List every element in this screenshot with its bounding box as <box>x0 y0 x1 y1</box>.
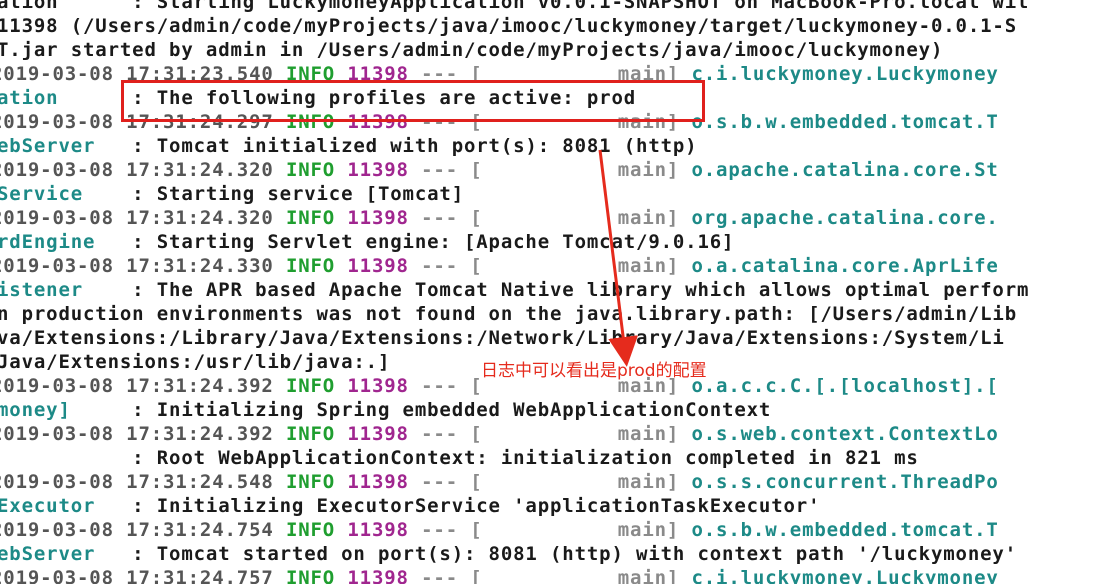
log-segment-logger: o.a.c.c.C.[.[localhost].[ <box>691 375 999 397</box>
log-segment-text: n production environments was not found … <box>0 303 1017 325</box>
log-segment-logger: o.a.catalina.core.AprLife <box>691 255 999 277</box>
log-segment-logger: ebServer <box>0 135 96 157</box>
log-segment-text: 11398 (/Users/admin/code/myProjects/java… <box>0 15 1017 37</box>
log-line: n production environments was not found … <box>0 302 1017 326</box>
log-segment-logger: rdEngine <box>0 231 96 253</box>
log-line: 2019-03-08 17:31:24.757 INFO 11398 --- [… <box>0 566 999 584</box>
log-segment-info: INFO <box>285 423 348 445</box>
log-segment-pid: 11398 <box>347 519 422 541</box>
log-line: Executor : Initializing ExecutorService … <box>0 494 820 518</box>
log-segment-date: 2019-03-08 17:31:24.392 <box>0 375 286 397</box>
log-segment-logger: ation <box>0 87 59 109</box>
log-segment-logger: Service <box>0 183 84 205</box>
log-segment-info: INFO <box>285 567 348 584</box>
log-line: 2019-03-08 17:31:24.548 INFO 11398 --- [… <box>0 470 999 494</box>
log-segment-logger: o.s.s.concurrent.ThreadPo <box>691 471 999 493</box>
log-segment-sep: --- [ main] <box>421 471 692 493</box>
log-segment-text: : The APR based Apache Tomcat Native lib… <box>83 279 1030 301</box>
log-line: 2019-03-08 17:31:24.330 INFO 11398 --- [… <box>0 254 999 278</box>
log-line: va/Extensions:/Library/Java/Extensions:/… <box>0 326 1005 350</box>
log-segment-text: ation : Starting LuckymoneyApplication v… <box>0 0 1030 13</box>
log-segment-text: va/Extensions:/Library/Java/Extensions:/… <box>0 327 1005 349</box>
log-segment-date: 2019-03-08 17:31:24.548 <box>0 471 286 493</box>
log-segment-text: Java/Extensions:/usr/lib/java:.] <box>0 351 391 373</box>
log-line: 2019-03-08 17:31:24.392 INFO 11398 --- [… <box>0 422 999 446</box>
log-segment-info: INFO <box>285 471 348 493</box>
log-line: money] : Initializing Spring embedded We… <box>0 398 771 422</box>
log-segment-text: : Initializing ExecutorService 'applicat… <box>95 495 821 517</box>
log-segment-date: 2019-03-08 17:31:24.757 <box>0 567 286 584</box>
log-segment-sep: --- [ main] <box>421 423 692 445</box>
log-segment-logger: istener <box>0 279 84 301</box>
log-segment-info: INFO <box>285 255 348 277</box>
log-line: 11398 (/Users/admin/code/myProjects/java… <box>0 14 1017 38</box>
highlight-box-profile <box>121 80 705 122</box>
log-segment-info: INFO <box>285 159 348 181</box>
log-segment-logger: money] <box>0 399 71 421</box>
log-line: 2019-03-08 17:31:24.320 INFO 11398 --- [… <box>0 158 999 182</box>
log-segment-info: INFO <box>285 519 348 541</box>
log-segment-date: 2019-03-08 17:31:24.754 <box>0 519 286 541</box>
log-segment-text: : Tomcat initialized with port(s): 8081 … <box>95 135 698 157</box>
log-segment-logger: c.i.luckymoney.Luckymoney <box>691 567 999 584</box>
log-segment-date: 2019-03-08 17:31:24.392 <box>0 423 286 445</box>
log-line: ebServer : Tomcat started on port(s): 80… <box>0 542 1017 566</box>
log-segment-sep: --- [ main] <box>421 159 692 181</box>
log-segment-pid: 11398 <box>347 471 422 493</box>
log-segment-sep: --- [ main] <box>421 207 692 229</box>
log-segment-pid: 11398 <box>347 159 422 181</box>
log-segment-sep: --- [ main] <box>421 519 692 541</box>
log-line: rdEngine : Starting Servlet engine: [Apa… <box>0 230 734 254</box>
log-segment-pid: 11398 <box>347 423 422 445</box>
log-segment-text: : Starting service [Tomcat] <box>83 183 464 205</box>
log-segment-date: 2019-03-08 17:31:24.320 <box>0 159 286 181</box>
log-line: ebServer : Tomcat initialized with port(… <box>0 134 697 158</box>
log-segment-logger: o.s.web.context.ContextLo <box>691 423 999 445</box>
log-segment-logger: org.apache.catalina.core. <box>691 207 999 229</box>
log-segment-logger: o.s.b.w.embedded.tomcat.T <box>691 111 999 133</box>
log-line: : Root WebApplicationContext: initializa… <box>0 446 919 470</box>
log-segment-text: : Starting Servlet engine: [Apache Tomca… <box>95 231 735 253</box>
log-segment-logger: Executor <box>0 495 96 517</box>
log-line: Java/Extensions:/usr/lib/java:.] <box>0 350 390 374</box>
log-segment-logger: o.apache.catalina.core.St <box>691 159 999 181</box>
log-line: istener : The APR based Apache Tomcat Na… <box>0 278 1029 302</box>
log-segment-text: : Tomcat started on port(s): 8081 (http)… <box>95 543 1017 565</box>
log-segment-pid: 11398 <box>347 207 422 229</box>
log-segment-sep: --- [ main] <box>421 567 692 584</box>
log-line: Service : Starting service [Tomcat] <box>0 182 464 206</box>
log-segment-info: INFO <box>285 375 348 397</box>
log-segment-pid: 11398 <box>347 567 422 584</box>
log-segment-sep: --- [ main] <box>421 255 692 277</box>
log-segment-date: 2019-03-08 17:31:24.320 <box>0 207 286 229</box>
log-line: 2019-03-08 17:31:24.754 INFO 11398 --- [… <box>0 518 999 542</box>
log-line: 2019-03-08 17:31:24.320 INFO 11398 --- [… <box>0 206 999 230</box>
log-segment-date: 2019-03-08 17:31:24.330 <box>0 255 286 277</box>
log-line: T.jar started by admin in /Users/admin/c… <box>0 38 943 62</box>
log-segment-logger: o.s.b.w.embedded.tomcat.T <box>691 519 999 541</box>
log-segment-text: : Root WebApplicationContext: initializa… <box>0 447 919 469</box>
log-segment-pid: 11398 <box>347 375 422 397</box>
log-segment-info: INFO <box>285 207 348 229</box>
log-segment-text: T.jar started by admin in /Users/admin/c… <box>0 39 944 61</box>
annotation-note: 日志中可以看出是prod的配置 <box>481 361 707 381</box>
log-segment-pid: 11398 <box>347 255 422 277</box>
log-segment-logger: c.i.luckymoney.Luckymoney <box>691 63 999 85</box>
log-line: ation : Starting LuckymoneyApplication v… <box>0 0 1029 14</box>
log-segment-logger: ebServer <box>0 543 96 565</box>
log-segment-text: : Initializing Spring embedded WebApplic… <box>70 399 772 421</box>
